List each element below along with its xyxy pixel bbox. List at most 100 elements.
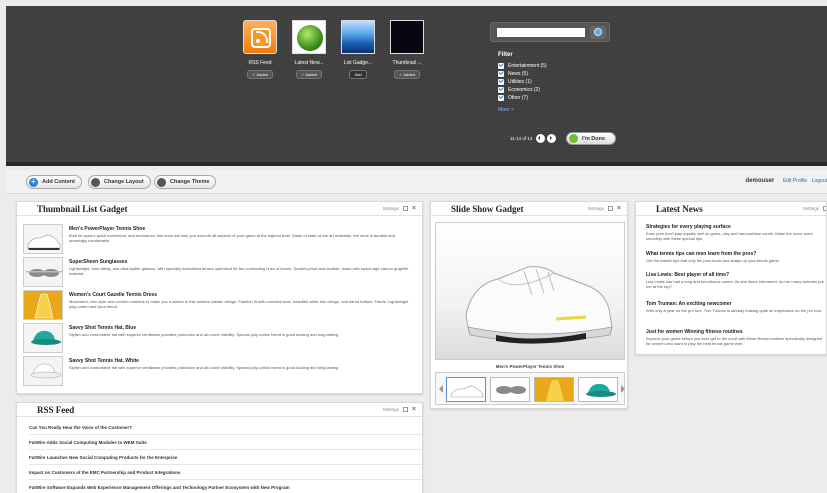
item-title: Women's Court Gazelle Tennis Dress — [69, 292, 157, 298]
username: demouser — [745, 178, 775, 184]
close-icon[interactable]: × — [412, 205, 416, 212]
edit-profile-link[interactable]: Edit Profile — [783, 178, 807, 184]
news-item[interactable]: What tennis tips can men learn from the … — [646, 251, 826, 263]
gallery-pager: 11-14 of 14 — [510, 134, 557, 143]
item-title: Men's PowerPlayer Tennis Shoe — [69, 226, 146, 232]
next-slide-icon[interactable] — [621, 385, 627, 393]
news-item[interactable]: Tom Truman: An exciting newcomer With on… — [646, 301, 826, 313]
news-title[interactable]: Lisa Lewis: Best player of all time? — [646, 272, 826, 278]
rss-item[interactable]: Can You Really Hear the Voice of the Cus… — [29, 421, 422, 435]
add-badge[interactable]: Add — [349, 70, 367, 79]
settings-link[interactable]: Settings — [803, 206, 819, 211]
news-title[interactable]: Tom Truman: An exciting newcomer — [646, 301, 826, 307]
gadget-controls: Settings × — [383, 205, 416, 212]
list-item[interactable]: Savvy Shot Tennis Hat, Blue Stylish and … — [23, 323, 403, 353]
prev-arrow-icon[interactable] — [536, 134, 546, 143]
list-item[interactable]: SuperSheen Sunglasses Lightweight, form-… — [23, 257, 409, 287]
settings-link[interactable]: Settings — [383, 206, 399, 211]
item-description: Lightweight, form-fitting, and ultra-sty… — [69, 266, 409, 276]
im-done-button[interactable]: I'm Done — [566, 132, 616, 145]
prev-slide-icon[interactable] — [435, 385, 443, 393]
slide-thumbnail-strip — [435, 372, 625, 405]
filter-option-news[interactable]: News (5) — [498, 70, 547, 78]
thumbnail-gadget-icon[interactable] — [390, 20, 424, 54]
slide-thumb-sunglasses[interactable] — [490, 377, 530, 402]
calendar-icon[interactable] — [823, 206, 826, 211]
news-title[interactable]: What tennis tips can men learn from the … — [646, 251, 826, 257]
rss-feed-gadget: RSS Feed Settings × Can You Really Hear … — [16, 402, 423, 493]
gadget-title: Thumbnail List Gadget — [37, 204, 128, 214]
theme-icon — [157, 177, 166, 187]
gallery-item-list-gadget[interactable]: List Gadge... Add — [331, 20, 385, 79]
change-layout-button[interactable]: Change Layout — [88, 175, 151, 189]
change-theme-button[interactable]: Change Theme — [154, 175, 217, 189]
gallery-item-name: List Gadge... — [343, 60, 373, 66]
gallery-item-thumbnail[interactable]: Thumbnail ... ✓ Added — [380, 20, 434, 79]
gallery-item-rss-feed[interactable]: RSS Feed ✓ Added — [233, 20, 287, 79]
filter-more-link[interactable]: More > — [498, 107, 547, 113]
search-icon[interactable] — [590, 26, 606, 39]
gadget-header: Latest News Settings — [636, 202, 826, 216]
gadget-controls: Settings × — [588, 205, 621, 212]
filter-option-utilities[interactable]: Utilities (1) — [498, 78, 547, 86]
search-input[interactable] — [497, 28, 585, 37]
calendar-icon[interactable] — [607, 206, 613, 211]
list-item[interactable]: Savvy Shot Tennis Hat, White Stylish and… — [23, 356, 403, 386]
added-badge[interactable]: ✓ Added — [296, 70, 322, 79]
gadget-search — [490, 22, 610, 42]
news-item[interactable]: Just for women Winning fitness routines … — [646, 329, 826, 346]
close-icon[interactable]: × — [617, 205, 621, 212]
slide-thumb-shoe[interactable] — [446, 377, 486, 402]
latest-news-gadget: Latest News Settings Strategies for ever… — [635, 201, 827, 355]
settings-link[interactable]: Settings — [588, 206, 604, 211]
rss-item[interactable]: FatWire Adds Social Computing Modules to… — [29, 436, 422, 450]
news-title[interactable]: Just for women Winning fitness routines — [646, 329, 826, 335]
slide-image[interactable] — [435, 222, 625, 360]
thumbnail-list-gadget: Thumbnail List Gadget Settings × Men's P… — [16, 201, 423, 394]
list-item[interactable]: Women's Court Gazelle Tennis Dress Movem… — [23, 290, 408, 320]
slideshow-gadget: Slide Show Gadget Settings × Men's Power… — [430, 201, 628, 409]
gadget-header: Thumbnail List Gadget Settings × — [17, 202, 422, 216]
slide-thumb-blue-hat[interactable] — [578, 377, 618, 402]
filter-label: Other (7) — [508, 95, 529, 101]
filter-option-economics[interactable]: Economics (2) — [498, 86, 547, 94]
gallery-item-name: Latest New... — [294, 60, 324, 66]
added-badge[interactable]: ✓ Added — [394, 70, 420, 79]
news-title[interactable]: Strategies for every playing surface — [646, 224, 826, 230]
layout-icon — [91, 177, 100, 187]
filter-label: Utilities (1) — [508, 79, 532, 85]
rss-item[interactable]: FatWire Software Expands Web Experience … — [29, 481, 422, 493]
news-summary: Even pros don't play equally well on gra… — [646, 231, 813, 241]
added-badge[interactable]: ✓ Added — [247, 70, 273, 79]
gallery-item-name: Thumbnail ... — [392, 60, 422, 66]
rss-item[interactable]: FatWire Launches New Social Computing Pr… — [29, 451, 422, 465]
user-menu: demouser Edit Profile Logout — [745, 178, 827, 184]
slide-thumb-dress[interactable] — [534, 377, 574, 402]
next-arrow-icon[interactable] — [547, 134, 557, 143]
news-globe-icon[interactable] — [292, 20, 326, 54]
gadget-controls: Settings — [803, 206, 826, 211]
checkbox-icon[interactable] — [498, 71, 504, 77]
rss-item[interactable]: Impact on Customers of the EMC Partnersh… — [29, 466, 422, 480]
rss-icon[interactable] — [243, 20, 277, 54]
calendar-icon[interactable] — [402, 407, 408, 412]
settings-link[interactable]: Settings — [383, 407, 399, 412]
list-gadget-icon[interactable] — [341, 20, 375, 54]
news-item[interactable]: Strategies for every playing surface Eve… — [646, 224, 826, 241]
calendar-icon[interactable] — [402, 206, 408, 211]
checkbox-icon[interactable] — [498, 87, 504, 93]
filter-option-entertainment[interactable]: Entertainment (5) — [498, 62, 547, 70]
item-title: Savvy Shot Tennis Hat, White — [69, 358, 139, 364]
news-item[interactable]: Lisa Lewis: Best player of all time? Lis… — [646, 272, 826, 289]
toolbar: Add Content Change Layout Change Theme d… — [6, 170, 827, 194]
list-item[interactable]: Men's PowerPlayer Tennis Shoe Built for … — [23, 224, 403, 254]
item-description: Stylish and comfortable hat with superio… — [69, 365, 340, 370]
close-icon[interactable]: × — [412, 406, 416, 413]
gallery-item-latest-news[interactable]: Latest New... ✓ Added — [282, 20, 336, 79]
logout-link[interactable]: Logout — [812, 178, 827, 184]
checkbox-icon[interactable] — [498, 95, 504, 101]
checkbox-icon[interactable] — [498, 63, 504, 69]
checkbox-icon[interactable] — [498, 79, 504, 85]
filter-option-other[interactable]: Other (7) — [498, 94, 547, 102]
add-content-button[interactable]: Add Content — [26, 175, 82, 189]
